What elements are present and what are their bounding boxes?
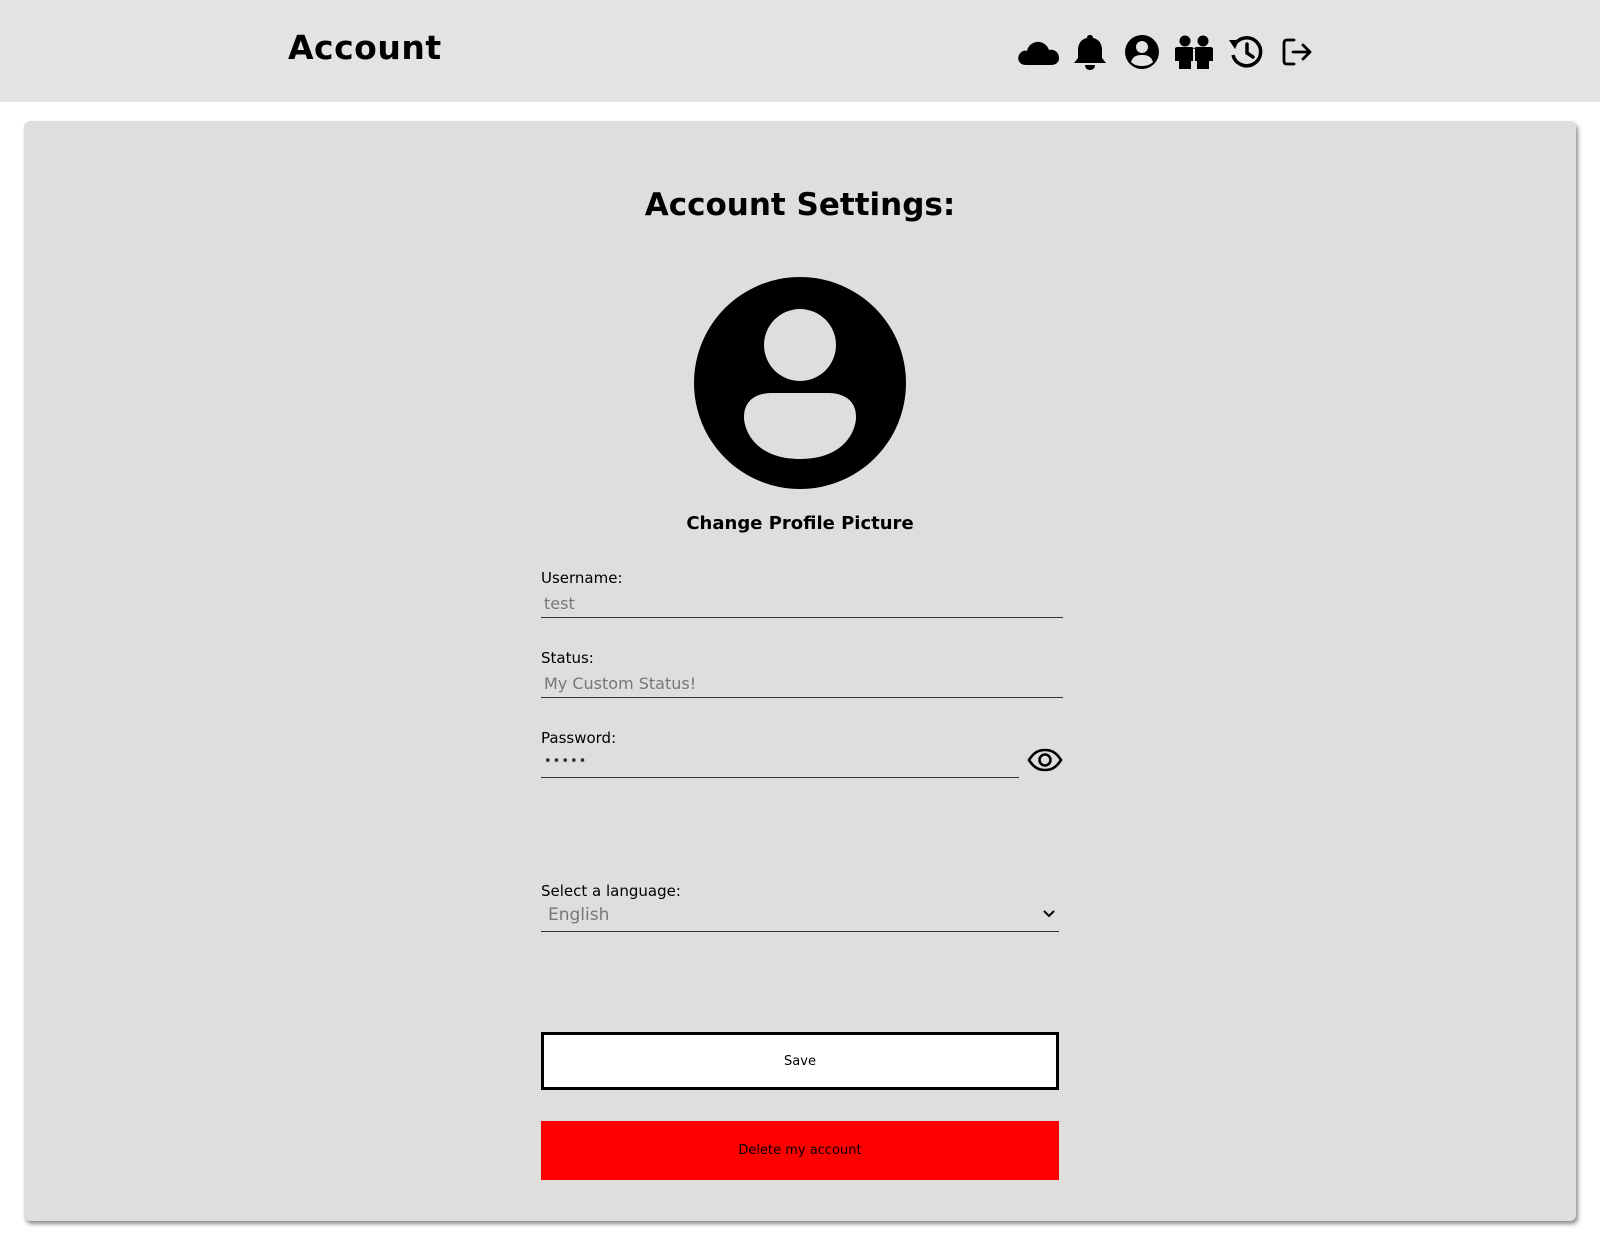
top-bar: Account [0,0,1600,102]
password-field[interactable]: ••••• [541,752,1019,778]
password-label: Password: [541,729,617,747]
delete-account-button[interactable]: Delete my account [541,1121,1059,1180]
profile-picture[interactable] [694,277,906,489]
language-label: Select a language: [541,882,681,900]
logout-icon[interactable] [1276,30,1320,74]
save-button[interactable]: Save [541,1032,1059,1090]
language-select[interactable]: English [541,900,1059,932]
show-password-eye-icon[interactable] [1027,747,1063,773]
username-field[interactable]: test [541,592,1063,618]
nav-icon-group [1016,30,1320,74]
friends-icon[interactable] [1172,30,1216,74]
status-label: Status: [541,649,594,667]
history-icon[interactable] [1224,30,1268,74]
cloud-icon[interactable] [1016,30,1060,74]
language-selected-value: English [548,905,610,925]
username-label: Username: [541,569,623,587]
settings-card: Account Settings: Change Profile Picture… [24,121,1576,1221]
chevron-down-icon [1043,910,1055,918]
change-profile-picture-link[interactable]: Change Profile Picture [24,513,1576,534]
settings-heading: Account Settings: [644,187,956,223]
user-avatar-icon [694,277,906,489]
page-title: Account [288,28,442,67]
status-field[interactable]: My Custom Status! [541,672,1063,698]
user-circle-icon[interactable] [1120,30,1164,74]
bell-icon[interactable] [1068,30,1112,74]
